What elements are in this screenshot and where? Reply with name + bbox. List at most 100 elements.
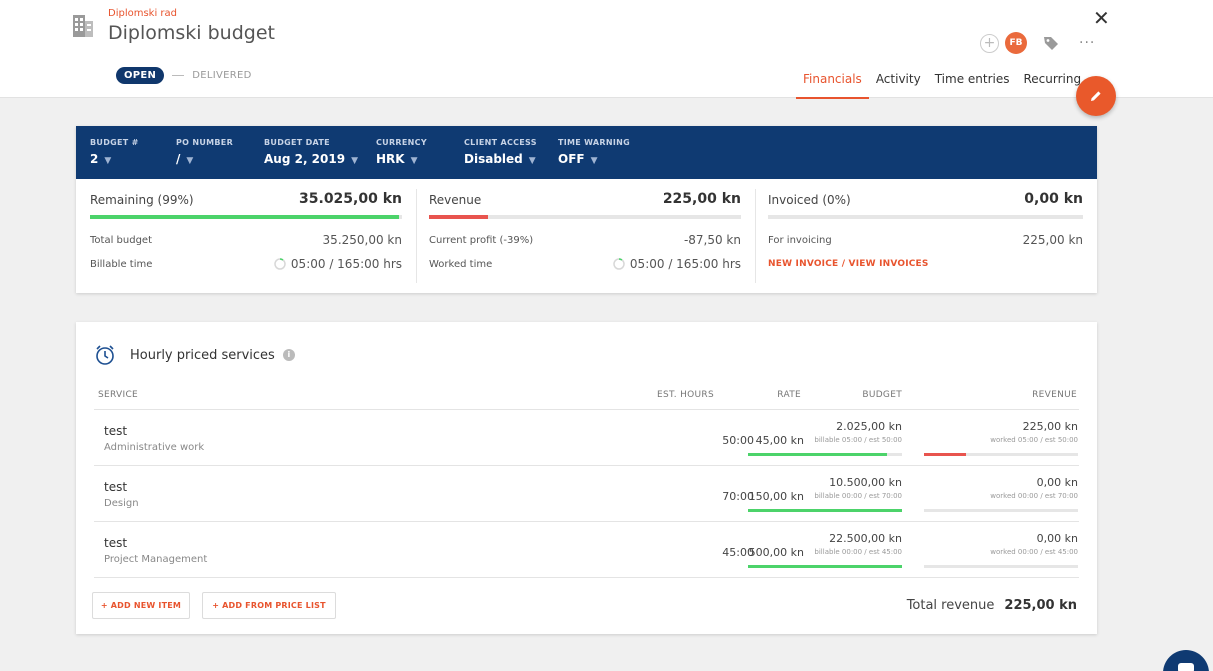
- tab-bar: Financials Activity Time entries Recurri…: [796, 66, 1088, 99]
- budget-progress-fill: [748, 509, 902, 512]
- revenue-progress-bar: [924, 453, 1078, 456]
- link-separator: /: [838, 259, 849, 269]
- budget-progress-fill: [748, 565, 902, 568]
- worked-time-value: 05:00 / 165:00 hrs: [613, 257, 741, 271]
- column-header-est-hours: EST. HOURS: [657, 390, 714, 400]
- table-row[interactable]: test Design 70:00 150,00 kn 10.500,00 kn…: [94, 466, 1079, 522]
- table-row[interactable]: test Project Management 45:00 500,00 kn …: [94, 522, 1079, 578]
- pencil-icon: [1091, 91, 1101, 101]
- field-value: OFF: [558, 152, 585, 166]
- revenue-progress-bar: [429, 215, 741, 219]
- revenue-subtext: worked 00:00 / est 70:00: [990, 492, 1078, 500]
- add-member-icon[interactable]: +: [980, 33, 999, 53]
- status-delivered[interactable]: DELIVERED: [192, 70, 251, 81]
- invoiced-progress-bar: [768, 215, 1083, 219]
- caret-down-icon: ▼: [351, 156, 359, 166]
- budget-title: Diplomski budget: [108, 22, 275, 44]
- remaining-value: 35.025,00 kn: [299, 191, 402, 207]
- currency-field[interactable]: CURRENCY HRK ▼: [376, 138, 427, 166]
- edit-button[interactable]: [1076, 76, 1116, 116]
- field-value: Aug 2, 2019: [264, 152, 346, 166]
- total-budget-label: Total budget: [90, 235, 152, 246]
- view-invoices-link[interactable]: VIEW INVOICES: [849, 259, 929, 269]
- tag-icon[interactable]: [1043, 35, 1059, 51]
- tab-financials[interactable]: Financials: [796, 66, 869, 99]
- budget-subtext: billable 00:00 / est 70:00: [814, 492, 902, 500]
- revenue-cell: 225,00 kn worked 05:00 / est 50:00: [924, 420, 1078, 456]
- budget-progress-bar: [748, 453, 902, 456]
- column-header-rate: RATE: [777, 390, 801, 400]
- tab-activity[interactable]: Activity: [869, 66, 928, 99]
- revenue-cell: 0,00 kn worked 00:00 / est 70:00: [924, 476, 1078, 512]
- status-stepper: OPEN DELIVERED: [116, 67, 252, 84]
- budget-amount: 10.500,00 kn: [829, 476, 902, 489]
- service-description: Design: [104, 498, 139, 509]
- field-label: CURRENCY: [376, 138, 427, 147]
- status-open[interactable]: OPEN: [116, 67, 165, 84]
- budget-subtext: billable 00:00 / est 45:00: [814, 548, 902, 556]
- invoiced-value: 0,00 kn: [1024, 191, 1083, 207]
- status-divider: [172, 75, 185, 76]
- caret-down-icon: ▼: [590, 156, 598, 166]
- project-link[interactable]: Diplomski rad: [108, 8, 177, 19]
- more-icon[interactable]: ···: [1079, 35, 1095, 51]
- progress-ring-icon: [274, 258, 286, 270]
- alarm-clock-icon: [96, 345, 114, 365]
- services-header: Hourly priced services i: [94, 344, 295, 366]
- revenue-value: 225,00 kn: [662, 191, 741, 207]
- column-header-revenue: REVENUE: [1032, 390, 1077, 400]
- chat-widget-button[interactable]: [1163, 650, 1209, 671]
- budget-progress-bar: [748, 565, 902, 568]
- client-access-field[interactable]: CLIENT ACCESS Disabled ▼: [464, 138, 537, 166]
- revenue-column: Revenue 225,00 kn Current profit (-39%) …: [429, 179, 741, 293]
- add-from-price-list-button[interactable]: + ADD FROM PRICE LIST: [202, 592, 336, 619]
- current-profit-value: -87,50 kn: [683, 233, 741, 247]
- budget-progress-bar: [748, 509, 902, 512]
- revenue-label: Revenue: [429, 193, 482, 207]
- avatar[interactable]: FB: [1005, 32, 1027, 54]
- budget-number-field[interactable]: BUDGET # 2 ▼: [90, 138, 139, 166]
- tab-time-entries[interactable]: Time entries: [928, 66, 1017, 99]
- caret-down-icon: ▼: [410, 156, 418, 166]
- budget-amount: 2.025,00 kn: [836, 420, 902, 433]
- service-description: Project Management: [104, 554, 208, 565]
- header: Diplomski rad Diplomski budget OPEN DELI…: [0, 0, 1213, 99]
- time-warning-field[interactable]: TIME WARNING OFF ▼: [558, 138, 630, 166]
- field-value: Disabled: [464, 152, 523, 166]
- budget-date-field[interactable]: BUDGET DATE Aug 2, 2019 ▼: [264, 138, 358, 166]
- divider: [416, 189, 417, 283]
- total-budget-value: 35.250,00 kn: [322, 233, 402, 247]
- remaining-column: Remaining (99%) 35.025,00 kn Total budge…: [90, 179, 402, 293]
- remaining-label: Remaining (99%): [90, 193, 194, 207]
- po-number-field[interactable]: PO NUMBER / ▼: [176, 138, 233, 166]
- revenue-subtext: worked 00:00 / est 45:00: [990, 548, 1078, 556]
- building-icon: [73, 15, 93, 37]
- field-label: TIME WARNING: [558, 138, 630, 147]
- field-value: 2: [90, 152, 99, 166]
- close-icon[interactable]: ✕: [1093, 6, 1110, 30]
- budget-summary-card: BUDGET # 2 ▼ PO NUMBER / ▼ BUDGET DATE Aug…: [76, 126, 1097, 293]
- billable-time-value: 05:00 / 165:00 hrs: [274, 257, 402, 271]
- billable-time-text: 05:00 / 165:00 hrs: [290, 257, 402, 271]
- billable-time-label: Billable time: [90, 259, 153, 270]
- invoiced-column: Invoiced (0%) 0,00 kn For invoicing 225,…: [768, 179, 1083, 293]
- hourly-services-card: Hourly priced services i SERVICE EST. HO…: [76, 322, 1097, 634]
- budget-subtext: billable 05:00 / est 50:00: [814, 436, 902, 444]
- invoiced-label: Invoiced (0%): [768, 193, 851, 207]
- table-row[interactable]: test Administrative work 50:00 45,00 kn …: [94, 410, 1079, 466]
- budget-stats: Remaining (99%) 35.025,00 kn Total budge…: [76, 179, 1097, 293]
- new-invoice-link[interactable]: NEW INVOICE: [768, 259, 838, 269]
- caret-down-icon: ▼: [186, 156, 194, 166]
- revenue-progress-fill: [924, 453, 966, 456]
- budget-amount: 22.500,00 kn: [829, 532, 902, 545]
- total-revenue: Total revenue 225,00 kn: [907, 598, 1077, 613]
- header-actions: + FB ···: [980, 32, 1095, 54]
- progress-ring-icon: [613, 258, 625, 270]
- total-revenue-value: 225,00 kn: [1004, 598, 1077, 613]
- total-revenue-label: Total revenue: [906, 598, 995, 613]
- add-new-item-button[interactable]: + ADD NEW ITEM: [92, 592, 190, 619]
- revenue-amount: 0,00 kn: [1036, 476, 1078, 489]
- info-icon[interactable]: i: [282, 349, 295, 361]
- revenue-cell: 0,00 kn worked 00:00 / est 45:00: [924, 532, 1078, 568]
- budget-settings-bar: BUDGET # 2 ▼ PO NUMBER / ▼ BUDGET DATE Aug…: [76, 126, 1097, 179]
